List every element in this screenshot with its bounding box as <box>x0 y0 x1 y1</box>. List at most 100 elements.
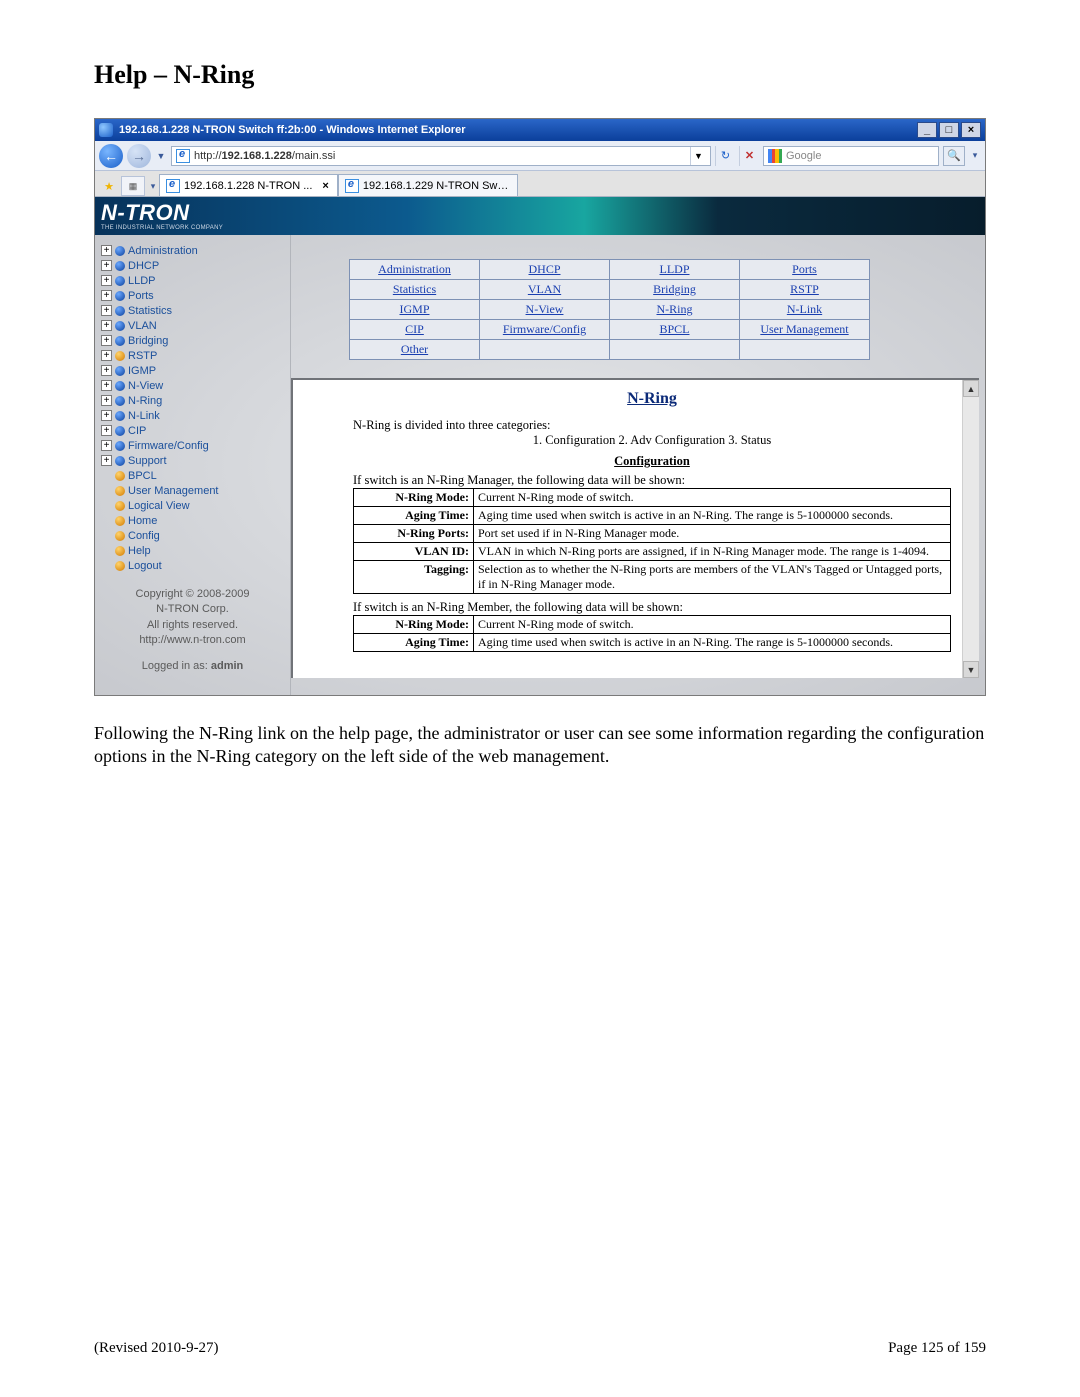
expand-icon[interactable]: + <box>101 380 112 391</box>
search-dropdown[interactable]: ▾ <box>969 144 981 168</box>
help-topic-link[interactable]: BPCL <box>659 322 689 336</box>
help-topic-link[interactable]: DHCP <box>528 262 560 276</box>
tree-link[interactable]: Logout <box>128 560 162 572</box>
expand-icon[interactable]: + <box>101 365 112 376</box>
tree-link[interactable]: User Management <box>128 485 219 497</box>
window-maximize-button[interactable]: □ <box>939 122 959 138</box>
ntron-link[interactable]: http://www.n-tron.com <box>139 634 245 646</box>
expand-icon[interactable]: + <box>101 320 112 331</box>
expand-icon[interactable]: + <box>101 335 112 346</box>
nav-back-button[interactable]: ← <box>99 144 123 168</box>
bullet-icon <box>115 246 125 256</box>
tree-item: + N-Link <box>101 408 284 423</box>
stop-button[interactable]: ✕ <box>739 146 759 166</box>
help-topic-cell: Bridging <box>610 280 740 300</box>
window-minimize-button[interactable]: _ <box>917 122 937 138</box>
ie-icon <box>99 123 113 137</box>
help-topic-link[interactable]: Other <box>401 342 428 356</box>
scroll-down-button[interactable]: ▼ <box>963 661 979 678</box>
bullet-icon <box>115 561 125 571</box>
tree-link[interactable]: Config <box>128 530 160 542</box>
page-icon <box>176 149 190 163</box>
tree-link[interactable]: N-View <box>128 380 163 392</box>
address-dropdown[interactable]: ▼ <box>690 147 706 165</box>
window-close-button[interactable]: × <box>961 122 981 138</box>
refresh-button[interactable]: ↻ <box>715 146 735 166</box>
tree-link[interactable]: Ports <box>128 290 154 302</box>
expand-icon[interactable]: + <box>101 425 112 436</box>
help-topic-link[interactable]: N-Link <box>787 302 822 316</box>
expand-icon[interactable]: + <box>101 410 112 421</box>
help-topic-cell: BPCL <box>610 320 740 340</box>
scroll-up-button[interactable]: ▲ <box>963 380 979 397</box>
frame-scrollbar[interactable]: ▲ ▼ <box>962 380 979 678</box>
quick-tabs-button[interactable]: ▦ <box>121 176 145 196</box>
expand-icon[interactable]: + <box>101 350 112 361</box>
help-topic-link[interactable]: RSTP <box>790 282 819 296</box>
bullet-icon <box>115 531 125 541</box>
tree-link[interactable]: Firmware/Config <box>128 440 209 452</box>
help-topic-link[interactable]: Statistics <box>393 282 436 296</box>
expand-icon[interactable]: + <box>101 275 112 286</box>
browser-tab[interactable]: 192.168.1.229 N-TRON Swit... <box>338 174 518 196</box>
help-topic-link[interactable]: IGMP <box>399 302 429 316</box>
def-key: Aging Time: <box>354 507 474 525</box>
arrow-right-icon: → <box>132 149 146 163</box>
help-topic-link[interactable]: Ports <box>792 262 817 276</box>
tree-link[interactable]: Logical View <box>128 500 190 512</box>
tree-link[interactable]: Bridging <box>128 335 168 347</box>
tree-link[interactable]: Administration <box>128 245 198 257</box>
help-topic-link[interactable]: Administration <box>378 262 451 276</box>
tree-link[interactable]: N-Ring <box>128 395 162 407</box>
recent-pages-dropdown[interactable]: ▼ <box>155 144 167 168</box>
browser-tab[interactable]: 192.168.1.228 N-TRON ...× <box>159 174 338 196</box>
nav-forward-button[interactable]: → <box>127 144 151 168</box>
expand-icon[interactable]: + <box>101 305 112 316</box>
expand-icon[interactable]: + <box>101 440 112 451</box>
doc-body-text: Following the N-Ring link on the help pa… <box>94 722 986 769</box>
tree-item: + Administration <box>101 243 284 258</box>
bullet-icon <box>115 456 125 466</box>
tree-link[interactable]: VLAN <box>128 320 157 332</box>
tree-link[interactable]: LLDP <box>128 275 156 287</box>
help-topic-link[interactable]: CIP <box>405 322 424 336</box>
expand-icon[interactable]: + <box>101 260 112 271</box>
tree-link[interactable]: Help <box>128 545 151 557</box>
help-topic-link[interactable]: User Management <box>760 322 848 336</box>
tree-link[interactable]: Support <box>128 455 167 467</box>
address-bar[interactable]: http://192.168.1.228/main.ssi ▼ <box>171 146 711 166</box>
help-topic-link[interactable]: LLDP <box>660 262 690 276</box>
tree-item: + DHCP <box>101 258 284 273</box>
help-topic-link[interactable]: N-Ring <box>657 302 693 316</box>
tree-item: + VLAN <box>101 318 284 333</box>
tree-link[interactable]: Statistics <box>128 305 172 317</box>
help-topic-link[interactable]: VLAN <box>528 282 561 296</box>
logged-in-user: admin <box>211 660 243 672</box>
tree-link[interactable]: CIP <box>128 425 146 437</box>
help-topic-link[interactable]: Firmware/Config <box>503 322 586 336</box>
tree-link[interactable]: DHCP <box>128 260 159 272</box>
help-topic-link[interactable]: Bridging <box>653 282 696 296</box>
tree-link[interactable]: BPCL <box>128 470 157 482</box>
quick-tabs-dropdown[interactable]: ▾ <box>147 176 159 196</box>
tree-link[interactable]: RSTP <box>128 350 157 362</box>
tree-link[interactable]: N-Link <box>128 410 160 422</box>
def-key: Aging Time: <box>354 634 474 652</box>
expand-icon[interactable]: + <box>101 245 112 256</box>
favorites-button[interactable]: ★ <box>99 176 119 196</box>
expand-icon[interactable]: + <box>101 455 112 466</box>
def-value: Current N-Ring mode of switch. <box>474 616 951 634</box>
search-go-button[interactable]: 🔍 <box>943 146 965 166</box>
content-area: Administration DHCP LLDP Ports Statistics VLA… <box>291 235 985 695</box>
tab-close-icon[interactable]: × <box>322 180 328 192</box>
help-topics-table: Administration DHCP LLDP Ports Statistics VLA… <box>349 259 870 360</box>
expand-icon[interactable]: + <box>101 290 112 301</box>
search-box[interactable]: Google <box>763 146 939 166</box>
expand-spacer <box>101 560 112 571</box>
tree-link[interactable]: IGMP <box>128 365 156 377</box>
help-topic-cell: IGMP <box>350 300 480 320</box>
help-topic-link[interactable]: N-View <box>526 302 564 316</box>
def-value: Current N-Ring mode of switch. <box>474 489 951 507</box>
tree-link[interactable]: Home <box>128 515 157 527</box>
expand-icon[interactable]: + <box>101 395 112 406</box>
